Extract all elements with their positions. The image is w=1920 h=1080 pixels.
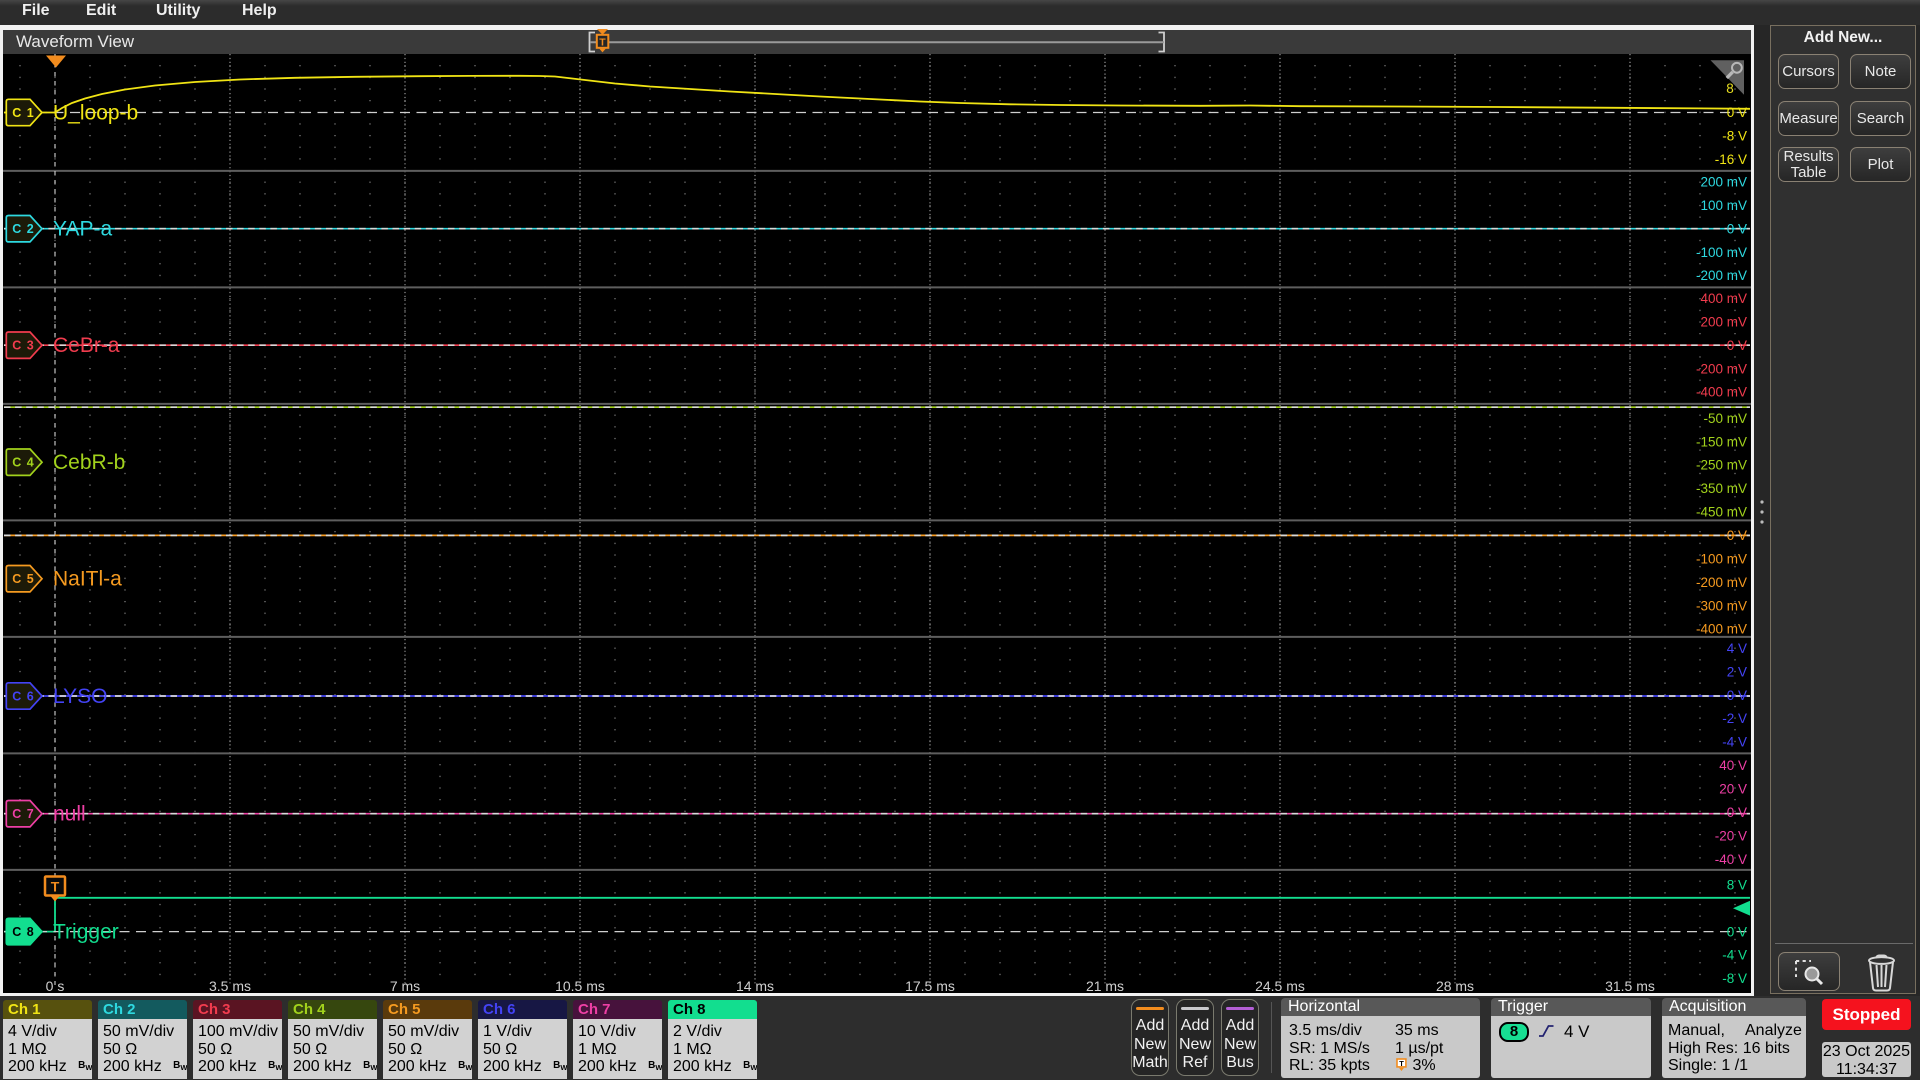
svg-text:40 V: 40 V	[1719, 758, 1747, 773]
svg-text:T: T	[51, 879, 60, 895]
svg-text:21 ms: 21 ms	[1086, 978, 1124, 993]
svg-text:-150 mV: -150 mV	[1696, 434, 1747, 449]
svg-text:100 mV: 100 mV	[1700, 198, 1747, 213]
svg-text:-20 V: -20 V	[1715, 829, 1747, 844]
svg-text:NaITl-a: NaITl-a	[53, 568, 122, 591]
svg-text:null: null	[53, 803, 86, 826]
svg-text:C 5: C 5	[12, 572, 34, 586]
svg-text:0 V: 0 V	[1727, 924, 1747, 939]
svg-text:-300 mV: -300 mV	[1696, 598, 1747, 613]
svg-text:-40 V: -40 V	[1715, 852, 1747, 867]
svg-text:-200 mV: -200 mV	[1696, 361, 1747, 376]
svg-text:-2 V: -2 V	[1722, 711, 1747, 726]
svg-text:8: 8	[1726, 81, 1734, 96]
svg-text:-250 mV: -250 mV	[1696, 458, 1747, 473]
svg-text:C 1: C 1	[12, 106, 34, 120]
svg-text:C 6: C 6	[12, 690, 34, 704]
svg-text:C 8: C 8	[12, 925, 34, 939]
svg-text:U_loop-b: U_loop-b	[53, 102, 138, 125]
svg-text:24.5 ms: 24.5 ms	[1255, 978, 1305, 993]
svg-text:200 mV: 200 mV	[1700, 175, 1747, 190]
svg-text:7 ms: 7 ms	[390, 978, 420, 993]
svg-text:-450 mV: -450 mV	[1696, 505, 1747, 520]
svg-text:-8 V: -8 V	[1722, 971, 1747, 986]
svg-text:200 mV: 200 mV	[1700, 315, 1747, 330]
svg-text:0 V: 0 V	[1727, 688, 1747, 703]
svg-text:14 ms: 14 ms	[736, 978, 774, 993]
svg-text:-400 mV: -400 mV	[1696, 385, 1747, 400]
svg-text:T: T	[1399, 1059, 1404, 1068]
svg-text:0 V: 0 V	[1727, 105, 1747, 120]
svg-text:CeBr-a: CeBr-a	[53, 334, 120, 357]
svg-text:C 4: C 4	[12, 456, 34, 470]
svg-text:8 V: 8 V	[1727, 878, 1747, 893]
svg-text:-16 V: -16 V	[1715, 152, 1747, 167]
svg-text:-400 mV: -400 mV	[1696, 622, 1747, 637]
svg-text:3.5 ms: 3.5 ms	[209, 978, 251, 993]
svg-text:C 2: C 2	[12, 222, 34, 236]
svg-text:-100 mV: -100 mV	[1696, 552, 1747, 567]
svg-text:C 7: C 7	[12, 807, 34, 821]
svg-text:0 s: 0 s	[46, 978, 65, 993]
svg-text:-4 V: -4 V	[1722, 948, 1747, 963]
svg-text:0 V: 0 V	[1727, 805, 1747, 820]
svg-text:28 ms: 28 ms	[1436, 978, 1474, 993]
svg-text:YAP-a: YAP-a	[53, 218, 112, 241]
svg-text:-8 V: -8 V	[1722, 129, 1747, 144]
svg-text:-100 mV: -100 mV	[1696, 245, 1747, 260]
svg-text:-200 mV: -200 mV	[1696, 575, 1747, 590]
svg-text:20 V: 20 V	[1719, 782, 1747, 797]
svg-text:400 mV: 400 mV	[1700, 291, 1747, 306]
svg-text:-350 mV: -350 mV	[1696, 481, 1747, 496]
svg-text:31.5 ms: 31.5 ms	[1605, 978, 1655, 993]
svg-text:LYSO: LYSO	[53, 685, 107, 708]
svg-text:C 3: C 3	[12, 339, 34, 353]
svg-text:0 V: 0 V	[1727, 338, 1747, 353]
svg-text:4 V: 4 V	[1727, 641, 1747, 656]
svg-text:-200 mV: -200 mV	[1696, 268, 1747, 283]
svg-text:2 V: 2 V	[1727, 664, 1747, 679]
svg-text:CebR-b: CebR-b	[53, 451, 125, 474]
svg-text:17.5 ms: 17.5 ms	[905, 978, 955, 993]
svg-text:T: T	[599, 37, 606, 49]
svg-text:-50 mV: -50 mV	[1703, 411, 1747, 426]
svg-text:10.5 ms: 10.5 ms	[555, 978, 605, 993]
svg-text:0 V: 0 V	[1727, 528, 1747, 543]
svg-text:-4 V: -4 V	[1722, 735, 1747, 750]
svg-text:Trigger: Trigger	[53, 921, 119, 944]
svg-text:0 V: 0 V	[1727, 221, 1747, 236]
